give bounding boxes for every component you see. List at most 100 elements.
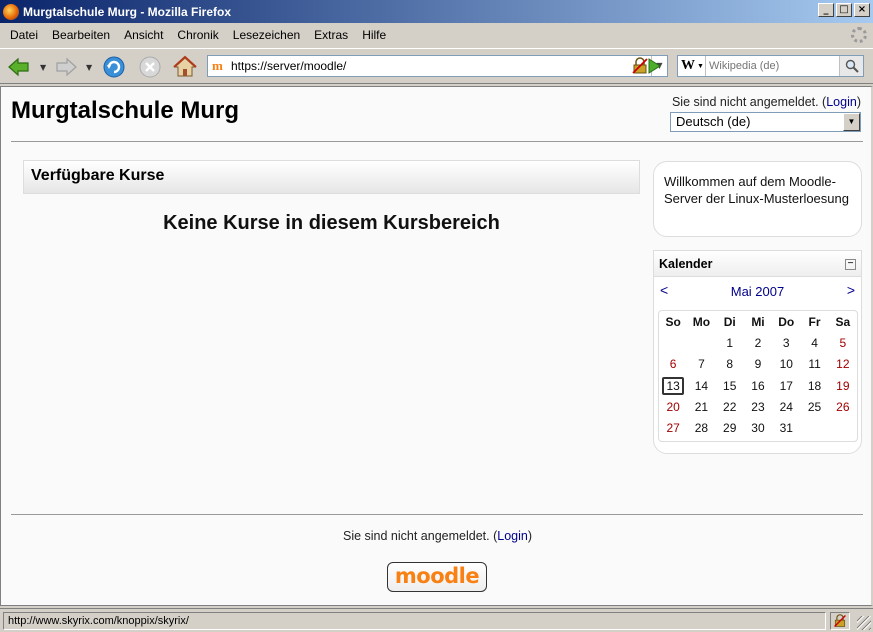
stop-button[interactable] [137, 54, 163, 80]
go-arrow-icon [648, 58, 661, 74]
reload-button[interactable] [101, 54, 127, 80]
site-title: Murgtalschule Murg [11, 97, 240, 124]
security-status-icon[interactable] [830, 612, 850, 630]
status-text: http://www.skyrix.com/knoppix/skyrix/ [3, 612, 826, 630]
calendar-week: 13 14 15 16 17 18 19 [659, 375, 857, 396]
menu-bar: Datei Bearbeiten Ansicht Chronik Lesezei… [0, 24, 873, 46]
search-bar: W ▼ [677, 55, 864, 77]
calendar-day: 19 [836, 378, 850, 393]
status-bar: http://www.skyrix.com/knoppix/skyrix/ [0, 608, 873, 632]
menu-chronik[interactable]: Chronik [170, 28, 225, 42]
calendar-day: 11 [808, 357, 821, 372]
calendar-day: 3 [782, 335, 790, 350]
broken-lock-icon [834, 614, 846, 627]
calendar-day: 2 [754, 335, 762, 350]
weekday-label: So [665, 314, 681, 329]
wikipedia-icon: W [681, 58, 695, 73]
calendar-day: 9 [754, 357, 762, 372]
forward-button[interactable] [53, 54, 79, 80]
language-select[interactable]: Deutsch (de) ▼ [670, 112, 861, 132]
search-button[interactable] [839, 56, 863, 76]
chevron-down-icon[interactable]: ▼ [843, 113, 860, 131]
weekday-label: Mi [751, 314, 765, 329]
calendar-day: 10 [779, 357, 793, 372]
calendar-day: 31 [779, 421, 793, 436]
calendar-day [800, 417, 828, 438]
search-input[interactable] [706, 60, 836, 72]
throbber-icon [851, 27, 867, 43]
back-history-dropdown-icon[interactable]: ▼ [40, 63, 46, 72]
home-button[interactable] [172, 54, 198, 80]
calendar-day: 29 [723, 421, 737, 436]
calendar-week: 1 2 3 4 5 [659, 332, 857, 353]
calendar-day: 28 [694, 421, 709, 436]
calendar-week: 27 28 29 30 31 [659, 417, 857, 438]
calendar-day: 17 [779, 378, 793, 393]
header-divider [11, 141, 863, 142]
calendar-day: 18 [807, 378, 822, 393]
calendar-week: 6 7 8 9 10 11 12 [659, 354, 857, 375]
window-controls: _ □ × [818, 3, 870, 17]
address-bar[interactable]: m https://server/moodle/ ▼ [207, 55, 668, 77]
calendar-header: Kalender − [654, 251, 861, 277]
page-viewport: Murgtalschule Murg Sie sind nicht angeme… [0, 86, 873, 606]
calendar-day: 4 [811, 335, 818, 350]
weekday-label: Fr [808, 314, 821, 329]
go-button[interactable] [643, 56, 665, 76]
menu-bearbeiten[interactable]: Bearbeiten [45, 28, 117, 42]
calendar-day: 27 [666, 421, 680, 436]
calendar-day: 15 [723, 378, 737, 393]
back-button[interactable] [6, 54, 32, 80]
moodle-logo[interactable]: moodle [387, 562, 487, 592]
window-title: Murgtalschule Murg - Mozilla Firefox [23, 4, 232, 19]
menu-hilfe[interactable]: Hilfe [355, 28, 393, 42]
moodle-favicon-icon: m [212, 58, 223, 73]
calendar-day: 30 [751, 421, 765, 436]
search-engine-selector[interactable]: W ▼ [678, 56, 706, 76]
resize-grip-icon[interactable] [857, 616, 871, 630]
engine-dropdown-icon: ▼ [697, 62, 704, 70]
close-button[interactable]: × [854, 3, 870, 17]
weekday-label: Di [723, 314, 736, 329]
collapse-icon[interactable]: − [845, 259, 856, 270]
calendar-day [829, 417, 857, 438]
calendar-day: 12 [836, 357, 850, 372]
footer-login-info: Sie sind nicht angemeldet. (Login) [1, 529, 871, 543]
magnifier-icon [845, 59, 859, 73]
next-month-link[interactable]: > [847, 282, 855, 298]
footer-login-prefix: Sie sind nicht angemeldet. ( [342, 529, 498, 543]
footer-divider [11, 514, 863, 515]
weekday-row: So Mo Di Mi Do Fr Sa [659, 311, 857, 332]
login-suffix: ) [856, 95, 861, 109]
footer-login-link[interactable]: Login [497, 529, 528, 543]
maximize-button[interactable]: □ [836, 3, 852, 17]
header-login-info: Sie sind nicht angemeldet. (Login) [672, 95, 861, 109]
navigation-toolbar: ▼ ▼ m https://server/moodle/ W ▼ Wikiped… [0, 48, 873, 84]
today-marker: 13 [662, 376, 684, 395]
menu-datei[interactable]: Datei [3, 28, 45, 42]
calendar-day: 26 [836, 399, 850, 414]
forward-arrow-icon [56, 57, 77, 77]
firefox-logo-icon [3, 3, 19, 20]
calendar-title: Kalender [659, 257, 713, 271]
back-arrow-icon [8, 57, 29, 77]
calendar-day: 23 [751, 399, 765, 414]
forward-history-dropdown-icon[interactable]: ▼ [86, 63, 92, 72]
login-link[interactable]: Login [826, 95, 857, 109]
calendar-block: Kalender − < Mai 2007 > So Mo Di Mi Do F… [653, 250, 862, 454]
address-url[interactable]: https://server/moodle/ [231, 59, 631, 73]
home-icon [173, 55, 197, 77]
calendar-month[interactable]: Mai 2007 [654, 284, 861, 299]
calendar-day: 25 [807, 399, 822, 414]
calendar-day: 5 [839, 335, 847, 350]
minimize-button[interactable]: _ [818, 3, 834, 17]
calendar-day [687, 332, 715, 353]
no-courses-message: Keine Kurse in diesem Kursbereich [163, 212, 500, 234]
menu-extras[interactable]: Extras [307, 28, 355, 42]
login-prefix: Sie sind nicht angemeldet. ( [671, 95, 827, 109]
menu-lesezeichen[interactable]: Lesezeichen [226, 28, 307, 42]
menu-ansicht[interactable]: Ansicht [117, 28, 170, 42]
calendar-day: 20 [666, 399, 680, 414]
calendar-day: 16 [751, 378, 765, 393]
calendar-today: 13 [659, 375, 687, 396]
